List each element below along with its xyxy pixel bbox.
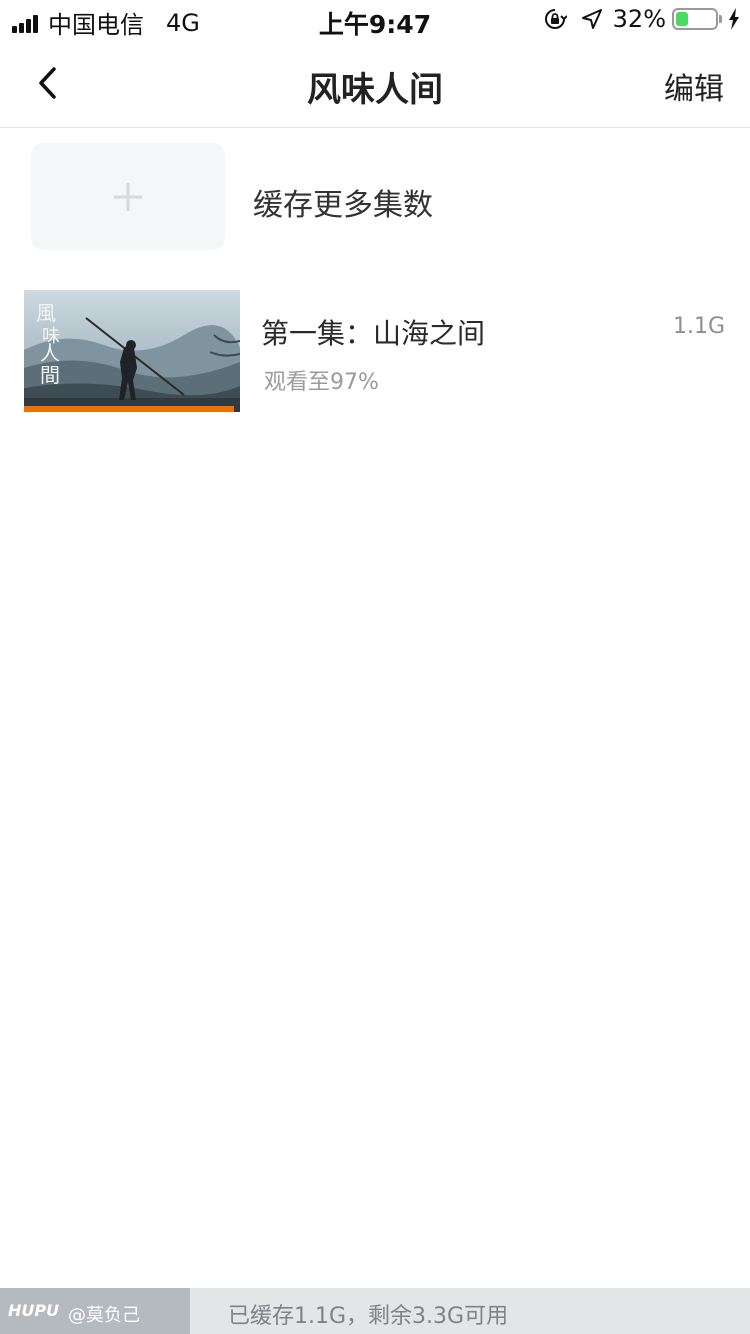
add-episodes-tile[interactable]: [31, 143, 225, 250]
edit-button[interactable]: 编辑: [664, 64, 724, 108]
storage-status-bar: HUPU @莫负己 已缓存1.1G，剩余3.3G可用: [0, 1288, 750, 1334]
location-arrow-icon: [581, 8, 603, 30]
app-screen: 中国电信 4G 上午9:47 32% 风味人间 编辑 缓存更多集数 風 味 人 …: [0, 0, 750, 1334]
episode-watch-progress: 观看至97%: [264, 370, 379, 395]
storage-summary: 已缓存1.1G，剩余3.3G可用: [228, 1304, 509, 1329]
status-bar: 中国电信 4G 上午9:47 32%: [0, 0, 750, 40]
plus-icon: [114, 183, 142, 211]
cache-more-episodes-row[interactable]: 缓存更多集数: [0, 128, 750, 268]
watermark-user: @莫负己: [68, 1305, 140, 1326]
page-title: 风味人间: [307, 70, 443, 110]
episode-size: 1.1G: [672, 314, 725, 339]
episode-thumbnail-image: 風 味 人 間: [24, 290, 240, 412]
battery-percent: 32%: [612, 5, 666, 33]
svg-text:風: 風: [36, 301, 56, 325]
battery-icon: [672, 8, 722, 30]
watermark-logo: HUPU: [8, 1301, 60, 1320]
svg-text:人: 人: [40, 341, 60, 365]
navigation-bar: 风味人间 编辑: [0, 40, 750, 128]
cache-more-label: 缓存更多集数: [253, 188, 433, 223]
episode-list-item[interactable]: 風 味 人 間 第一集：山海之间 1.1G 观看至97%: [0, 288, 750, 418]
status-right: 32%: [543, 5, 740, 33]
watch-progress-bar: [24, 406, 234, 412]
watermark: HUPU @莫负己: [0, 1288, 190, 1334]
charging-bolt-icon: [728, 8, 740, 30]
episode-thumbnail[interactable]: 風 味 人 間: [24, 290, 240, 412]
episode-title: 第一集：山海之间: [261, 317, 486, 350]
battery-level-fill: [676, 12, 688, 26]
svg-text:間: 間: [40, 363, 60, 387]
rotation-lock-icon: [543, 7, 567, 31]
